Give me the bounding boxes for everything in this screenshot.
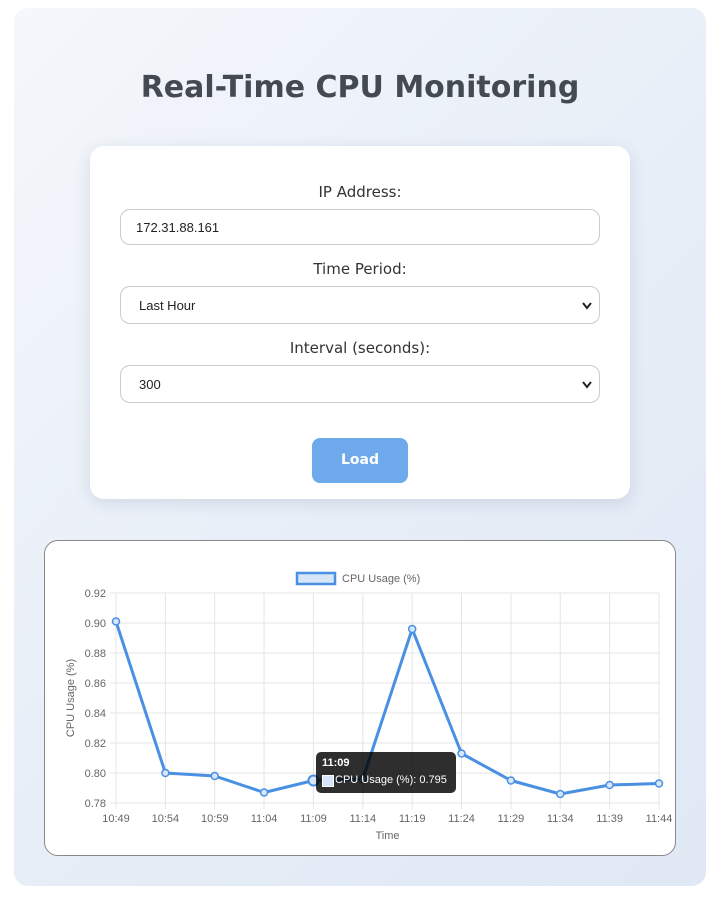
data-point xyxy=(506,776,516,785)
legend-label: CPU Usage (%) xyxy=(342,573,420,585)
x-tick-label: 11:29 xyxy=(498,813,525,825)
cpu-usage-chart: 0.92 0.90 0.88 0.86 0.84 0.82 0.80 0.78 10:49 10:… xyxy=(65,571,673,842)
interval-select[interactable]: 300 xyxy=(120,365,600,403)
time-period-label: Time Period: xyxy=(313,260,407,278)
tooltip-swatch xyxy=(322,775,334,787)
y-tick-label: 0.84 xyxy=(85,708,106,720)
data-point xyxy=(210,771,219,781)
x-tick-label: 11:39 xyxy=(596,813,623,825)
y-tick-label: 0.86 xyxy=(85,678,106,690)
ip-address-input[interactable]: 172.31.88.161 xyxy=(120,209,600,245)
chart-tooltip: 11:09 CPU Usage (%): 0.795 xyxy=(316,752,456,793)
y-tick-label: 0.90 xyxy=(85,618,106,630)
x-tick-label: 11:34 xyxy=(547,813,574,825)
x-axis-title: Time xyxy=(375,830,399,842)
tooltip-title: 11:09 xyxy=(322,757,350,769)
chevron-down-icon xyxy=(582,381,592,389)
time-period-select[interactable]: Last Hour xyxy=(120,286,600,324)
data-point xyxy=(161,768,170,778)
interval-label: Interval (seconds): xyxy=(289,339,431,357)
x-tick-label: 11:44 xyxy=(646,813,673,825)
x-tick-label: 11:09 xyxy=(300,813,327,825)
tooltip-label: CPU Usage (%): 0.795 xyxy=(335,774,447,786)
ip-address-label: IP Address: xyxy=(318,183,402,201)
x-tick-label: 11:24 xyxy=(448,813,475,825)
x-tick-label: 11:19 xyxy=(399,813,426,825)
y-tick-label: 0.92 xyxy=(85,588,106,600)
data-point xyxy=(605,780,614,790)
x-tick-label: 11:04 xyxy=(251,813,278,825)
x-tick-label: 11:14 xyxy=(349,813,376,825)
data-point xyxy=(259,788,269,797)
cpu-chart-card: 0.92 0.90 0.88 0.86 0.84 0.82 0.80 0.78 10:49 10:… xyxy=(44,540,676,856)
load-button[interactable]: Load xyxy=(312,438,408,483)
y-tick-label: 0.80 xyxy=(85,768,106,780)
x-tick-label: 10:49 xyxy=(102,813,130,825)
y-tick-label: 0.78 xyxy=(85,798,106,810)
legend-swatch xyxy=(295,571,337,586)
data-point xyxy=(457,749,466,758)
y-axis-title: CPU Usage (%) xyxy=(65,659,77,737)
interval-value: 300 xyxy=(139,377,161,392)
y-tick-label: 0.82 xyxy=(85,738,106,750)
y-tick-label: 0.88 xyxy=(85,648,106,660)
x-tick-label: 10:59 xyxy=(201,813,229,825)
query-form-card: IP Address: 172.31.88.161 Time Period: L… xyxy=(90,146,630,499)
page-title: Real-Time CPU Monitoring xyxy=(140,70,580,105)
data-point xyxy=(556,789,565,799)
data-point xyxy=(654,779,664,788)
data-point xyxy=(111,617,121,626)
data-point xyxy=(407,624,417,634)
chevron-down-icon xyxy=(582,302,592,310)
ip-address-value: 172.31.88.161 xyxy=(136,220,220,235)
page-container: Real-Time CPU Monitoring IP Address: 172… xyxy=(14,8,706,886)
time-period-value: Last Hour xyxy=(139,298,196,313)
x-tick-label: 10:54 xyxy=(152,813,180,825)
